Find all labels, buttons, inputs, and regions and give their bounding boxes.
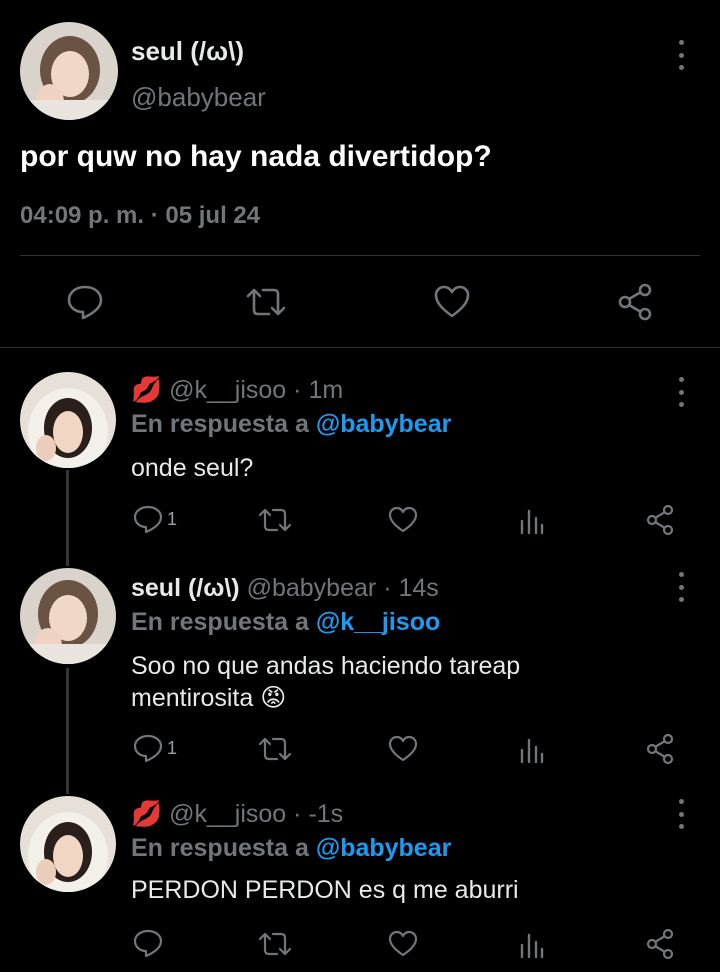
reply-header: 💋 @k__jisoo · -1s <box>131 800 343 829</box>
thread-line <box>66 470 69 566</box>
replying-to-handle[interactable]: @babybear <box>316 834 452 862</box>
display-name[interactable]: seul (/ω\) <box>131 574 240 602</box>
reply-header: 💋 @k__jisoo · 1m <box>131 376 343 405</box>
username[interactable]: @babybear <box>247 574 377 602</box>
analytics-icon[interactable] <box>519 931 545 959</box>
divider <box>0 347 720 348</box>
replying-to-label: En respuesta a <box>131 410 309 438</box>
share-icon[interactable] <box>645 504 675 536</box>
display-name[interactable]: seul (/ω\) <box>131 36 244 67</box>
username[interactable]: @k__jisoo <box>169 800 286 828</box>
retweet-icon[interactable] <box>258 930 292 958</box>
tweet-actions <box>0 280 720 324</box>
more-options-icon[interactable] <box>669 799 693 829</box>
like-icon[interactable] <box>388 735 418 763</box>
username[interactable]: @k__jisoo <box>169 376 286 404</box>
reply-time[interactable]: 1m <box>308 376 343 404</box>
reply-icon[interactable] <box>66 284 104 320</box>
avatar[interactable] <box>20 372 116 468</box>
replying-to-label: En respuesta a <box>131 834 309 862</box>
tweet-timestamp[interactable]: 04:09 p. m. · 05 jul 24 <box>20 202 260 230</box>
reply-count: 1 <box>167 737 178 758</box>
reply-icon[interactable] <box>133 929 163 957</box>
more-options-icon[interactable] <box>669 377 693 407</box>
share-icon[interactable] <box>615 282 655 322</box>
reply-text: onde seul? <box>131 454 254 482</box>
more-options-icon[interactable] <box>669 572 693 602</box>
share-icon[interactable] <box>645 733 675 765</box>
analytics-icon[interactable] <box>519 507 545 535</box>
lips-emoji: 💋 <box>131 376 163 404</box>
reply-count: 1 <box>167 508 178 529</box>
like-icon[interactable] <box>388 506 418 534</box>
avatar[interactable] <box>20 22 118 120</box>
lips-emoji: 💋 <box>131 800 163 828</box>
share-icon[interactable] <box>645 928 675 960</box>
divider <box>20 255 700 256</box>
more-options-icon[interactable] <box>669 40 693 70</box>
avatar[interactable] <box>20 796 116 892</box>
retweet-icon[interactable] <box>258 735 292 763</box>
replying-to: En respuesta a @babybear <box>131 410 451 439</box>
reply-time[interactable]: 14s <box>398 574 438 602</box>
reply-icon[interactable]: 1 <box>133 734 177 762</box>
analytics-icon[interactable] <box>519 736 545 764</box>
like-icon[interactable] <box>388 930 418 958</box>
replying-to-handle[interactable]: @k__jisoo <box>316 608 440 636</box>
reply-icon[interactable]: 1 <box>133 505 177 533</box>
retweet-icon[interactable] <box>245 284 287 320</box>
avatar[interactable] <box>20 568 116 664</box>
reply-time[interactable]: -1s <box>308 800 343 828</box>
replying-to: En respuesta a @babybear <box>131 834 451 863</box>
separator: · <box>293 376 302 404</box>
replying-to: En respuesta a @k__jisoo <box>131 608 440 637</box>
like-icon[interactable] <box>433 284 471 320</box>
reply-header: seul (/ω\) @babybear · 14s <box>131 574 439 603</box>
thread-line <box>66 668 69 794</box>
replying-to-label: En respuesta a <box>131 608 309 636</box>
separator: · <box>383 574 392 602</box>
username[interactable]: @babybear <box>131 82 266 113</box>
retweet-icon[interactable] <box>258 506 292 534</box>
reply-text: Soo no que andas haciendo tareap mentiro… <box>131 652 521 712</box>
reply-text: PERDON PERDON es q me aburri <box>131 876 519 904</box>
separator: · <box>293 800 302 828</box>
replying-to-handle[interactable]: @babybear <box>316 410 452 438</box>
tweet-text: por quw no hay nada divertidop? <box>20 140 492 173</box>
